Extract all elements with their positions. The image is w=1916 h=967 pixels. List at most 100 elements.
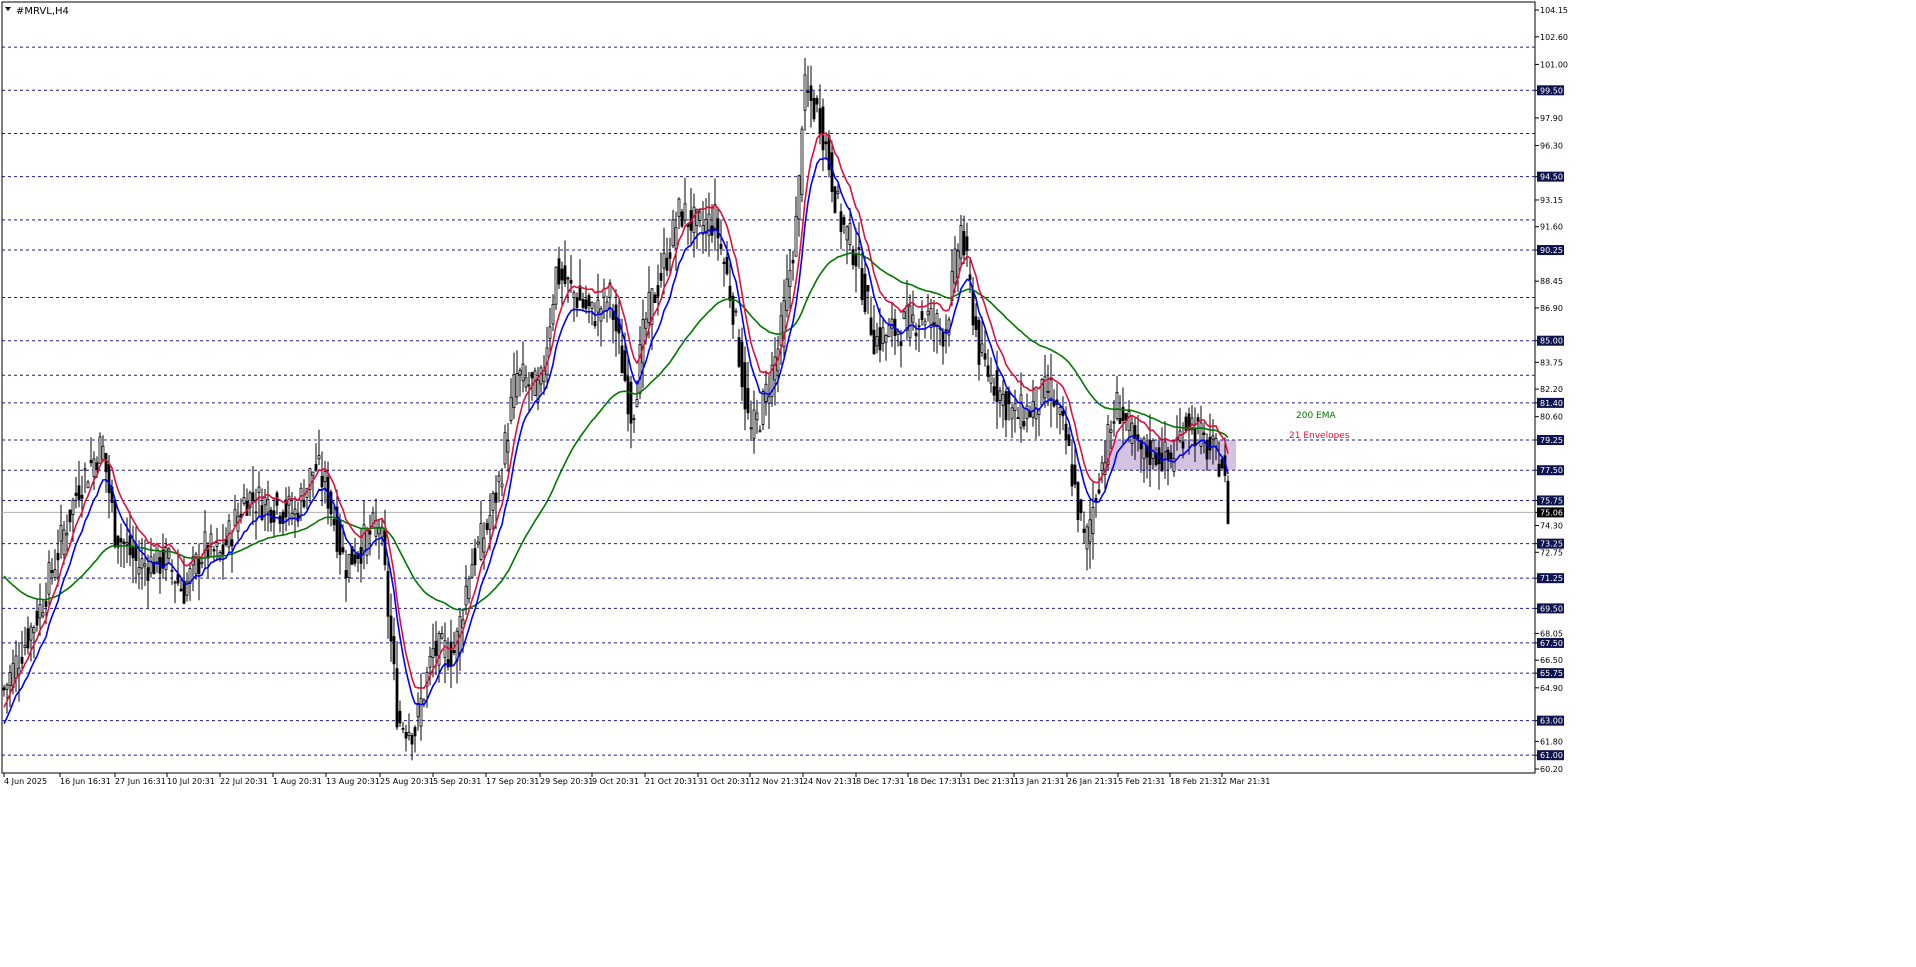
candle-body	[992, 386, 996, 396]
x-tick-label: 31 Oct 20:31	[698, 777, 750, 786]
candle-body	[590, 301, 594, 309]
candle-body	[2, 687, 6, 691]
candle-body	[272, 510, 276, 523]
chart-window[interactable]: 104.15 102.60 101.00 99.50 97.90 96.30 94.50 93…	[0, 0, 1916, 963]
candle-body	[626, 376, 630, 415]
candle-body	[320, 475, 324, 488]
candle-body	[161, 549, 165, 569]
candle-body	[1112, 421, 1116, 424]
candle-body	[758, 429, 762, 432]
candle-body	[1082, 528, 1086, 533]
candle-body	[881, 327, 885, 344]
candle-body	[74, 492, 78, 496]
x-tick-label: 10 Jul 20:31	[167, 777, 215, 786]
candle-body	[968, 274, 972, 280]
candle-body	[1013, 402, 1017, 411]
candle-body	[629, 381, 633, 424]
candle-body	[656, 285, 660, 297]
candle-body	[1220, 459, 1224, 469]
candle-body	[962, 231, 966, 256]
candle-body	[200, 561, 204, 565]
candle-body	[170, 569, 174, 572]
candle-body	[623, 350, 627, 381]
candle-body	[569, 279, 573, 284]
candle-body	[794, 215, 798, 257]
candle-body	[452, 650, 456, 654]
y-tick-label: 91.60	[1540, 223, 1563, 232]
candle-body	[23, 644, 27, 648]
candle-body	[872, 329, 876, 355]
candle-body	[779, 315, 783, 346]
candle-body	[32, 627, 36, 634]
y-tick-label: 66.50	[1540, 656, 1563, 665]
candle-body	[740, 341, 744, 388]
candle-body	[50, 570, 54, 573]
candle-body	[914, 332, 918, 337]
candle-body	[62, 529, 66, 556]
candle-body	[122, 541, 126, 544]
y-tick-label: 101.00	[1540, 60, 1568, 69]
candle-body	[1226, 480, 1230, 524]
candle-body	[899, 341, 903, 346]
candle-body	[1211, 435, 1215, 440]
candle-body	[77, 485, 81, 501]
candle-body	[1091, 506, 1095, 534]
candle-body	[38, 604, 42, 619]
y-tick-label: 75.06	[1540, 508, 1563, 517]
y-tick-label: 71.25	[1540, 574, 1563, 583]
candle-body	[527, 384, 531, 387]
candle-body	[317, 455, 321, 460]
envelopes-label: 21 Envelopes	[1289, 431, 1350, 441]
y-tick-label: 90.25	[1540, 246, 1563, 255]
candle-body	[548, 326, 552, 339]
candle-body	[473, 548, 477, 566]
candle-body	[707, 213, 711, 236]
candle-body	[587, 295, 591, 307]
candle-body	[1073, 464, 1077, 485]
y-tick-label: 80.60	[1540, 413, 1563, 422]
candle-body	[347, 554, 351, 578]
candle-body	[1088, 519, 1092, 543]
candle-body	[638, 344, 642, 394]
candle-body	[389, 615, 393, 642]
candle-body	[692, 206, 696, 234]
candle-body	[1160, 452, 1164, 472]
candle-body	[20, 656, 24, 664]
candle-body	[491, 493, 495, 511]
candle-body	[344, 570, 348, 579]
candle-body	[1115, 391, 1119, 419]
candle-body	[119, 538, 123, 543]
price-chart[interactable]: 104.15 102.60 101.00 99.50 97.90 96.30 94.50 93…	[0, 0, 1916, 963]
candle-body	[953, 248, 957, 284]
candle-body	[842, 217, 846, 225]
candle-body	[824, 141, 828, 145]
candle-body	[1064, 423, 1068, 441]
candle-body	[68, 509, 72, 523]
candle-body	[1004, 391, 1008, 421]
candle-body	[767, 396, 771, 404]
candle-body	[230, 539, 234, 547]
candle-body	[1010, 407, 1014, 420]
candle-body	[35, 610, 39, 626]
candle-body	[104, 452, 108, 473]
candle-body	[1061, 410, 1065, 417]
x-tick-label: 13 Aug 20:31	[326, 777, 380, 786]
candle-body	[761, 391, 765, 425]
candle-body	[575, 297, 579, 309]
candle-body	[965, 236, 969, 252]
candle-body	[1148, 439, 1152, 465]
candle-body	[509, 396, 513, 421]
candle-body	[584, 299, 588, 310]
candle-body	[167, 548, 171, 559]
candle-body	[1022, 421, 1026, 427]
candle-body	[803, 74, 807, 111]
y-tick-label: 97.90	[1540, 114, 1563, 123]
candle-body	[1202, 432, 1206, 435]
candle-body	[716, 218, 720, 239]
candle-body	[869, 317, 873, 336]
candle-body	[464, 585, 468, 606]
candle-body	[113, 499, 117, 548]
candle-body	[8, 672, 12, 686]
candle-body	[632, 418, 636, 421]
candle-body	[551, 303, 555, 325]
